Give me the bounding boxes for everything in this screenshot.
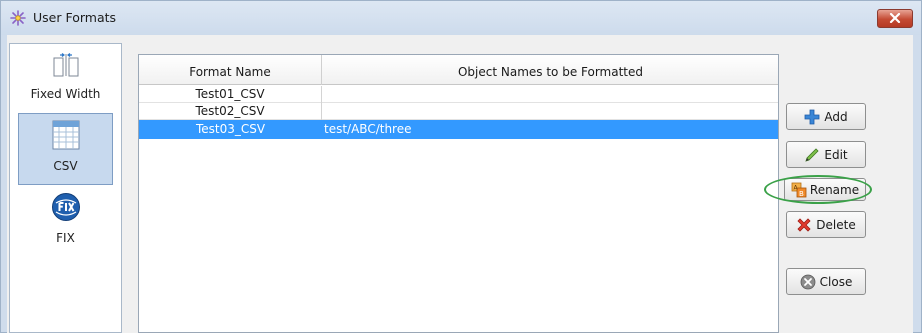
- window-title: User Formats: [33, 10, 117, 25]
- table-row[interactable]: Test01_CSV: [139, 86, 778, 103]
- fixed-width-icon: [51, 52, 81, 81]
- format-type-sidebar: Fixed Width CSV FIX: [9, 43, 122, 333]
- table-row-selected[interactable]: Test03_CSV test/ABC/three: [139, 120, 778, 139]
- title-bar[interactable]: User Formats: [1, 1, 921, 35]
- column-header-object-names[interactable]: Object Names to be Formatted: [323, 55, 778, 85]
- formats-table[interactable]: Format Name Object Names to be Formatted…: [138, 54, 779, 333]
- sidebar-item-label: Fixed Width: [30, 87, 101, 101]
- sidebar-item-csv[interactable]: CSV: [18, 113, 113, 185]
- close-button[interactable]: Close: [786, 268, 866, 295]
- close-circle-icon: [800, 274, 816, 290]
- delete-x-icon: [796, 217, 812, 233]
- delete-button[interactable]: Delete: [786, 211, 866, 238]
- sidebar-item-label: CSV: [53, 159, 78, 173]
- rename-highlight-ellipse: [764, 175, 872, 204]
- edit-button-label: Edit: [824, 147, 848, 162]
- edit-button[interactable]: Edit: [786, 141, 866, 168]
- delete-button-label: Delete: [816, 217, 856, 232]
- add-button[interactable]: Add: [786, 103, 866, 130]
- column-header-format-name[interactable]: Format Name: [139, 55, 322, 85]
- object-names-cell: [324, 86, 774, 103]
- plus-icon: [804, 109, 820, 125]
- add-button-label: Add: [824, 109, 848, 124]
- table-header: Format Name Object Names to be Formatted: [139, 55, 778, 85]
- user-formats-icon: [10, 10, 26, 26]
- sidebar-item-fix[interactable]: FIX: [10, 192, 121, 254]
- format-name-cell: Test02_CSV: [139, 103, 322, 120]
- pencil-icon: [804, 147, 820, 163]
- object-names-cell: [324, 103, 774, 120]
- csv-grid-icon: [52, 120, 80, 153]
- sidebar-item-label: FIX: [56, 231, 75, 245]
- format-name-cell: Test01_CSV: [139, 86, 322, 103]
- table-row[interactable]: Test02_CSV: [139, 103, 778, 120]
- window-close-button[interactable]: [877, 9, 913, 28]
- close-x-icon: [889, 12, 901, 26]
- close-button-label: Close: [819, 274, 853, 289]
- sidebar-item-fixed-width[interactable]: Fixed Width: [10, 52, 121, 114]
- fix-badge-icon: [51, 192, 81, 225]
- object-names-cell: test/ABC/three: [324, 122, 412, 136]
- format-name-cell: Test03_CSV: [195, 122, 266, 136]
